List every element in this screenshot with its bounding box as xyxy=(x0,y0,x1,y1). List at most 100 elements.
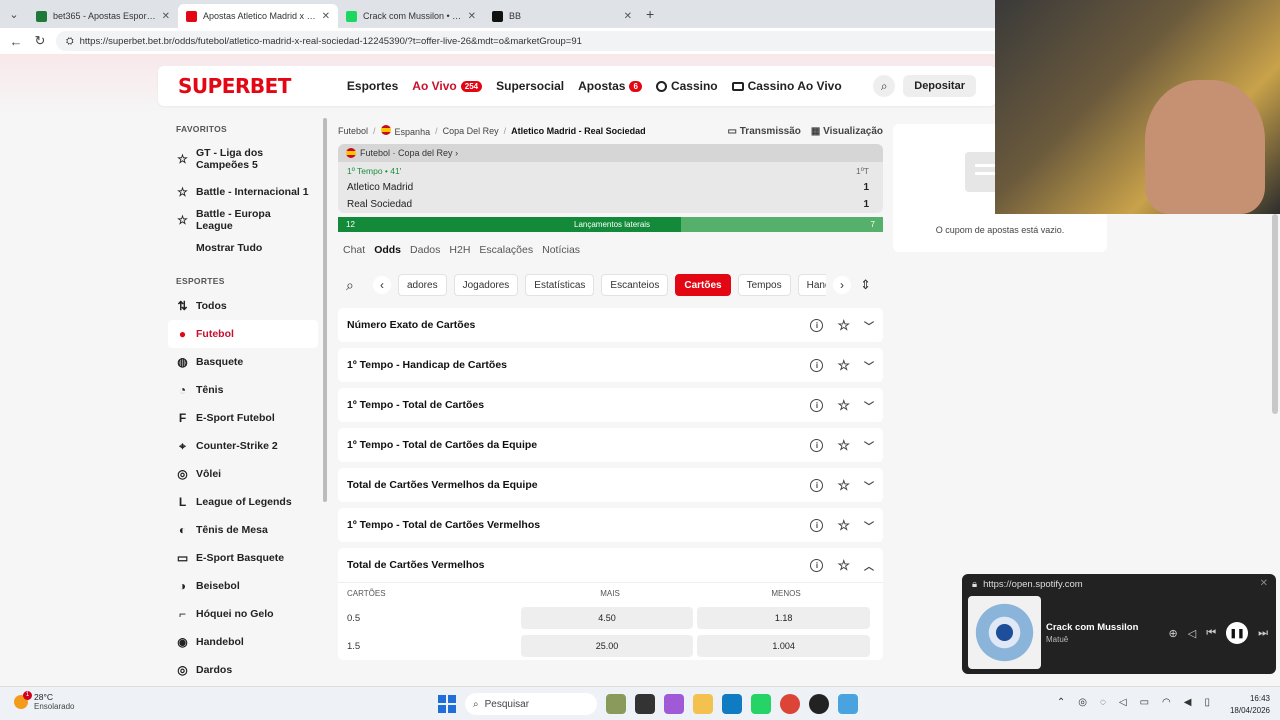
subtab[interactable]: H2H xyxy=(449,244,470,256)
file-explorer-icon[interactable] xyxy=(693,694,713,714)
transmission-button[interactable]: ▭ Transmissão xyxy=(728,126,801,137)
whatsapp-icon[interactable] xyxy=(751,694,771,714)
close-icon[interactable]: ✕ xyxy=(1260,578,1268,589)
nav-item[interactable]: Esportes xyxy=(347,79,398,93)
superbet-logo[interactable]: SUPERBET xyxy=(178,74,291,98)
market-header[interactable]: Total de Cartões Vermelhos i ☆ ︿ xyxy=(338,548,883,582)
star-icon[interactable]: ☆ xyxy=(837,358,850,372)
favorite-item[interactable]: ☆ GT - Liga dos Campeões 5 xyxy=(168,140,318,178)
tab-close-icon[interactable]: ✕ xyxy=(162,11,170,22)
sport-item[interactable]: ◉ Handebol xyxy=(168,628,318,656)
browser-tab[interactable]: BB ✕ xyxy=(484,4,640,28)
nav-item[interactable]: Ao Vivo 254 xyxy=(412,79,483,93)
odd-under-button[interactable]: 1.18 xyxy=(697,607,870,629)
sound-icon[interactable]: ◀ xyxy=(1184,697,1192,708)
sport-item[interactable]: ◎ Dardos xyxy=(168,656,318,684)
competition-bar[interactable]: Futebol · Copa del Rey › xyxy=(338,144,883,162)
crumb-copa[interactable]: Copa Del Rey xyxy=(443,126,499,136)
page-scrollbar[interactable] xyxy=(1272,214,1278,414)
network-icon[interactable]: ◌ xyxy=(1100,697,1106,708)
star-icon[interactable]: ☆ xyxy=(176,213,189,227)
clock[interactable]: 16:43 18/04/2026 xyxy=(1230,693,1270,717)
chips-prev-icon[interactable]: ‹ xyxy=(373,276,391,294)
show-all-link[interactable]: Mostrar Tudo xyxy=(168,234,318,262)
wifi-icon[interactable]: ◠ xyxy=(1162,697,1171,708)
star-icon[interactable]: ☆ xyxy=(837,558,850,572)
crumb-futebol[interactable]: Futebol xyxy=(338,126,368,136)
chips-next-icon[interactable]: › xyxy=(833,276,851,294)
back-icon[interactable]: ← xyxy=(8,34,24,49)
subtab[interactable]: Notícias xyxy=(542,244,580,256)
sport-item[interactable]: ⌐ Hóquei no Gelo xyxy=(168,600,318,628)
pause-button[interactable]: ❚❚ xyxy=(1226,622,1249,644)
info-icon[interactable]: i xyxy=(810,438,824,452)
sport-item[interactable]: ◐ Tênis de Mesa xyxy=(168,516,318,544)
chevron-down-icon[interactable]: ﹀ xyxy=(864,318,874,333)
sport-item[interactable]: ◑ Beisebol xyxy=(168,572,318,600)
new-tab-button[interactable]: + xyxy=(646,6,654,22)
subtab[interactable]: Chat xyxy=(343,244,365,256)
speaker-icon[interactable]: ◁ xyxy=(1119,697,1127,708)
browser-tab[interactable]: bet365 - Apostas Esportivas Online ✕ xyxy=(28,4,178,28)
task-view-icon[interactable] xyxy=(635,694,655,714)
subtab[interactable]: Escalações xyxy=(479,244,533,256)
chevron-down-icon[interactable]: ﹀ xyxy=(864,398,874,413)
sport-item[interactable]: F E-Sport Futebol xyxy=(168,404,318,432)
market-header[interactable]: Número Exato de Cartões i ☆ ﹀ xyxy=(338,308,883,342)
sport-item[interactable]: ◍ Basquete xyxy=(168,348,318,376)
star-icon[interactable]: ☆ xyxy=(837,398,850,412)
market-filter-chip[interactable]: Estatísticas xyxy=(525,274,595,296)
tray-chevron-icon[interactable]: ⌃ xyxy=(1057,697,1065,708)
market-header[interactable]: 1º Tempo - Total de Cartões Vermelhos i ☆ ﹀ xyxy=(338,508,883,542)
info-icon[interactable]: i xyxy=(810,558,824,572)
next-icon[interactable]: ⏭︎ xyxy=(1258,627,1268,640)
info-icon[interactable]: i xyxy=(810,358,824,372)
star-icon[interactable]: ☆ xyxy=(176,152,189,166)
favorite-item[interactable]: ☆ Battle - Europa League xyxy=(168,206,318,234)
market-filter-chip[interactable]: Handica xyxy=(797,274,826,296)
star-icon[interactable]: ☆ xyxy=(837,518,850,532)
market-header[interactable]: 1º Tempo - Total de Cartões da Equipe i ☆ ﹀ xyxy=(338,428,883,462)
market-filter-chip[interactable]: adores xyxy=(398,274,447,296)
browser-tab[interactable]: Crack com Mussilon • Matuê ✕ xyxy=(338,4,484,28)
sport-item[interactable]: ◎ Vôlei xyxy=(168,460,318,488)
market-filter-chip[interactable]: Escanteios xyxy=(601,274,669,296)
widget-icon[interactable] xyxy=(606,694,626,714)
nav-cassino[interactable]: Cassino xyxy=(655,79,718,93)
sidebar-scrollbar[interactable] xyxy=(323,118,327,502)
sport-item[interactable]: ◔ Tênis xyxy=(168,376,318,404)
chevron-down-icon[interactable]: ﹀ xyxy=(864,438,874,453)
sport-item[interactable]: ● Futebol xyxy=(168,320,318,348)
info-icon[interactable]: i xyxy=(810,398,824,412)
star-icon[interactable]: ☆ xyxy=(837,438,850,452)
deposit-button[interactable]: Depositar xyxy=(903,75,976,97)
nav-cassino-ao-vivo[interactable]: Cassino Ao Vivo xyxy=(731,79,842,93)
visualization-button[interactable]: ▦ Visualização xyxy=(811,126,883,137)
tray-app-icon[interactable]: ◎ xyxy=(1078,697,1087,708)
crumb-espanha[interactable]: Espanha xyxy=(380,125,430,137)
chevron-down-icon[interactable]: ﹀ xyxy=(864,478,874,493)
battery-icon[interactable]: ▯ xyxy=(1204,697,1210,708)
notepad-icon[interactable] xyxy=(838,694,858,714)
taskbar-search[interactable]: ⌕ Pesquisar xyxy=(465,693,597,715)
star-icon[interactable]: ☆ xyxy=(176,185,189,199)
volume-icon[interactable]: ◁ xyxy=(1188,627,1196,640)
market-header[interactable]: Total de Cartões Vermelhos da Equipe i ☆ ﹀ xyxy=(338,468,883,502)
chevron-up-icon[interactable]: ︿ xyxy=(864,558,874,573)
sport-item[interactable]: ⇅ Todos xyxy=(168,292,318,320)
chevron-down-icon[interactable]: ﹀ xyxy=(864,518,874,533)
sport-item[interactable]: ▭ E-Sport Basquete xyxy=(168,544,318,572)
sort-icon[interactable]: ⇕ xyxy=(860,277,871,293)
info-icon[interactable]: i xyxy=(810,318,824,332)
browser-tab[interactable]: Apostas Atletico Madrid x Real Sociedad ✕ xyxy=(178,4,338,28)
chevron-down-icon[interactable]: ﹀ xyxy=(864,358,874,373)
star-icon[interactable]: ☆ xyxy=(837,318,850,332)
add-icon[interactable]: ⊕ xyxy=(1169,627,1178,640)
tab-close-icon[interactable]: ✕ xyxy=(322,11,330,22)
copilot-icon[interactable] xyxy=(664,694,684,714)
market-filter-chip[interactable]: Tempos xyxy=(737,274,791,296)
star-icon[interactable]: ☆ xyxy=(837,478,850,492)
market-search-icon[interactable]: ⌕ xyxy=(346,277,366,294)
market-header[interactable]: 1º Tempo - Handicap de Cartões i ☆ ﹀ xyxy=(338,348,883,382)
tab-close-icon[interactable]: ✕ xyxy=(468,11,476,22)
